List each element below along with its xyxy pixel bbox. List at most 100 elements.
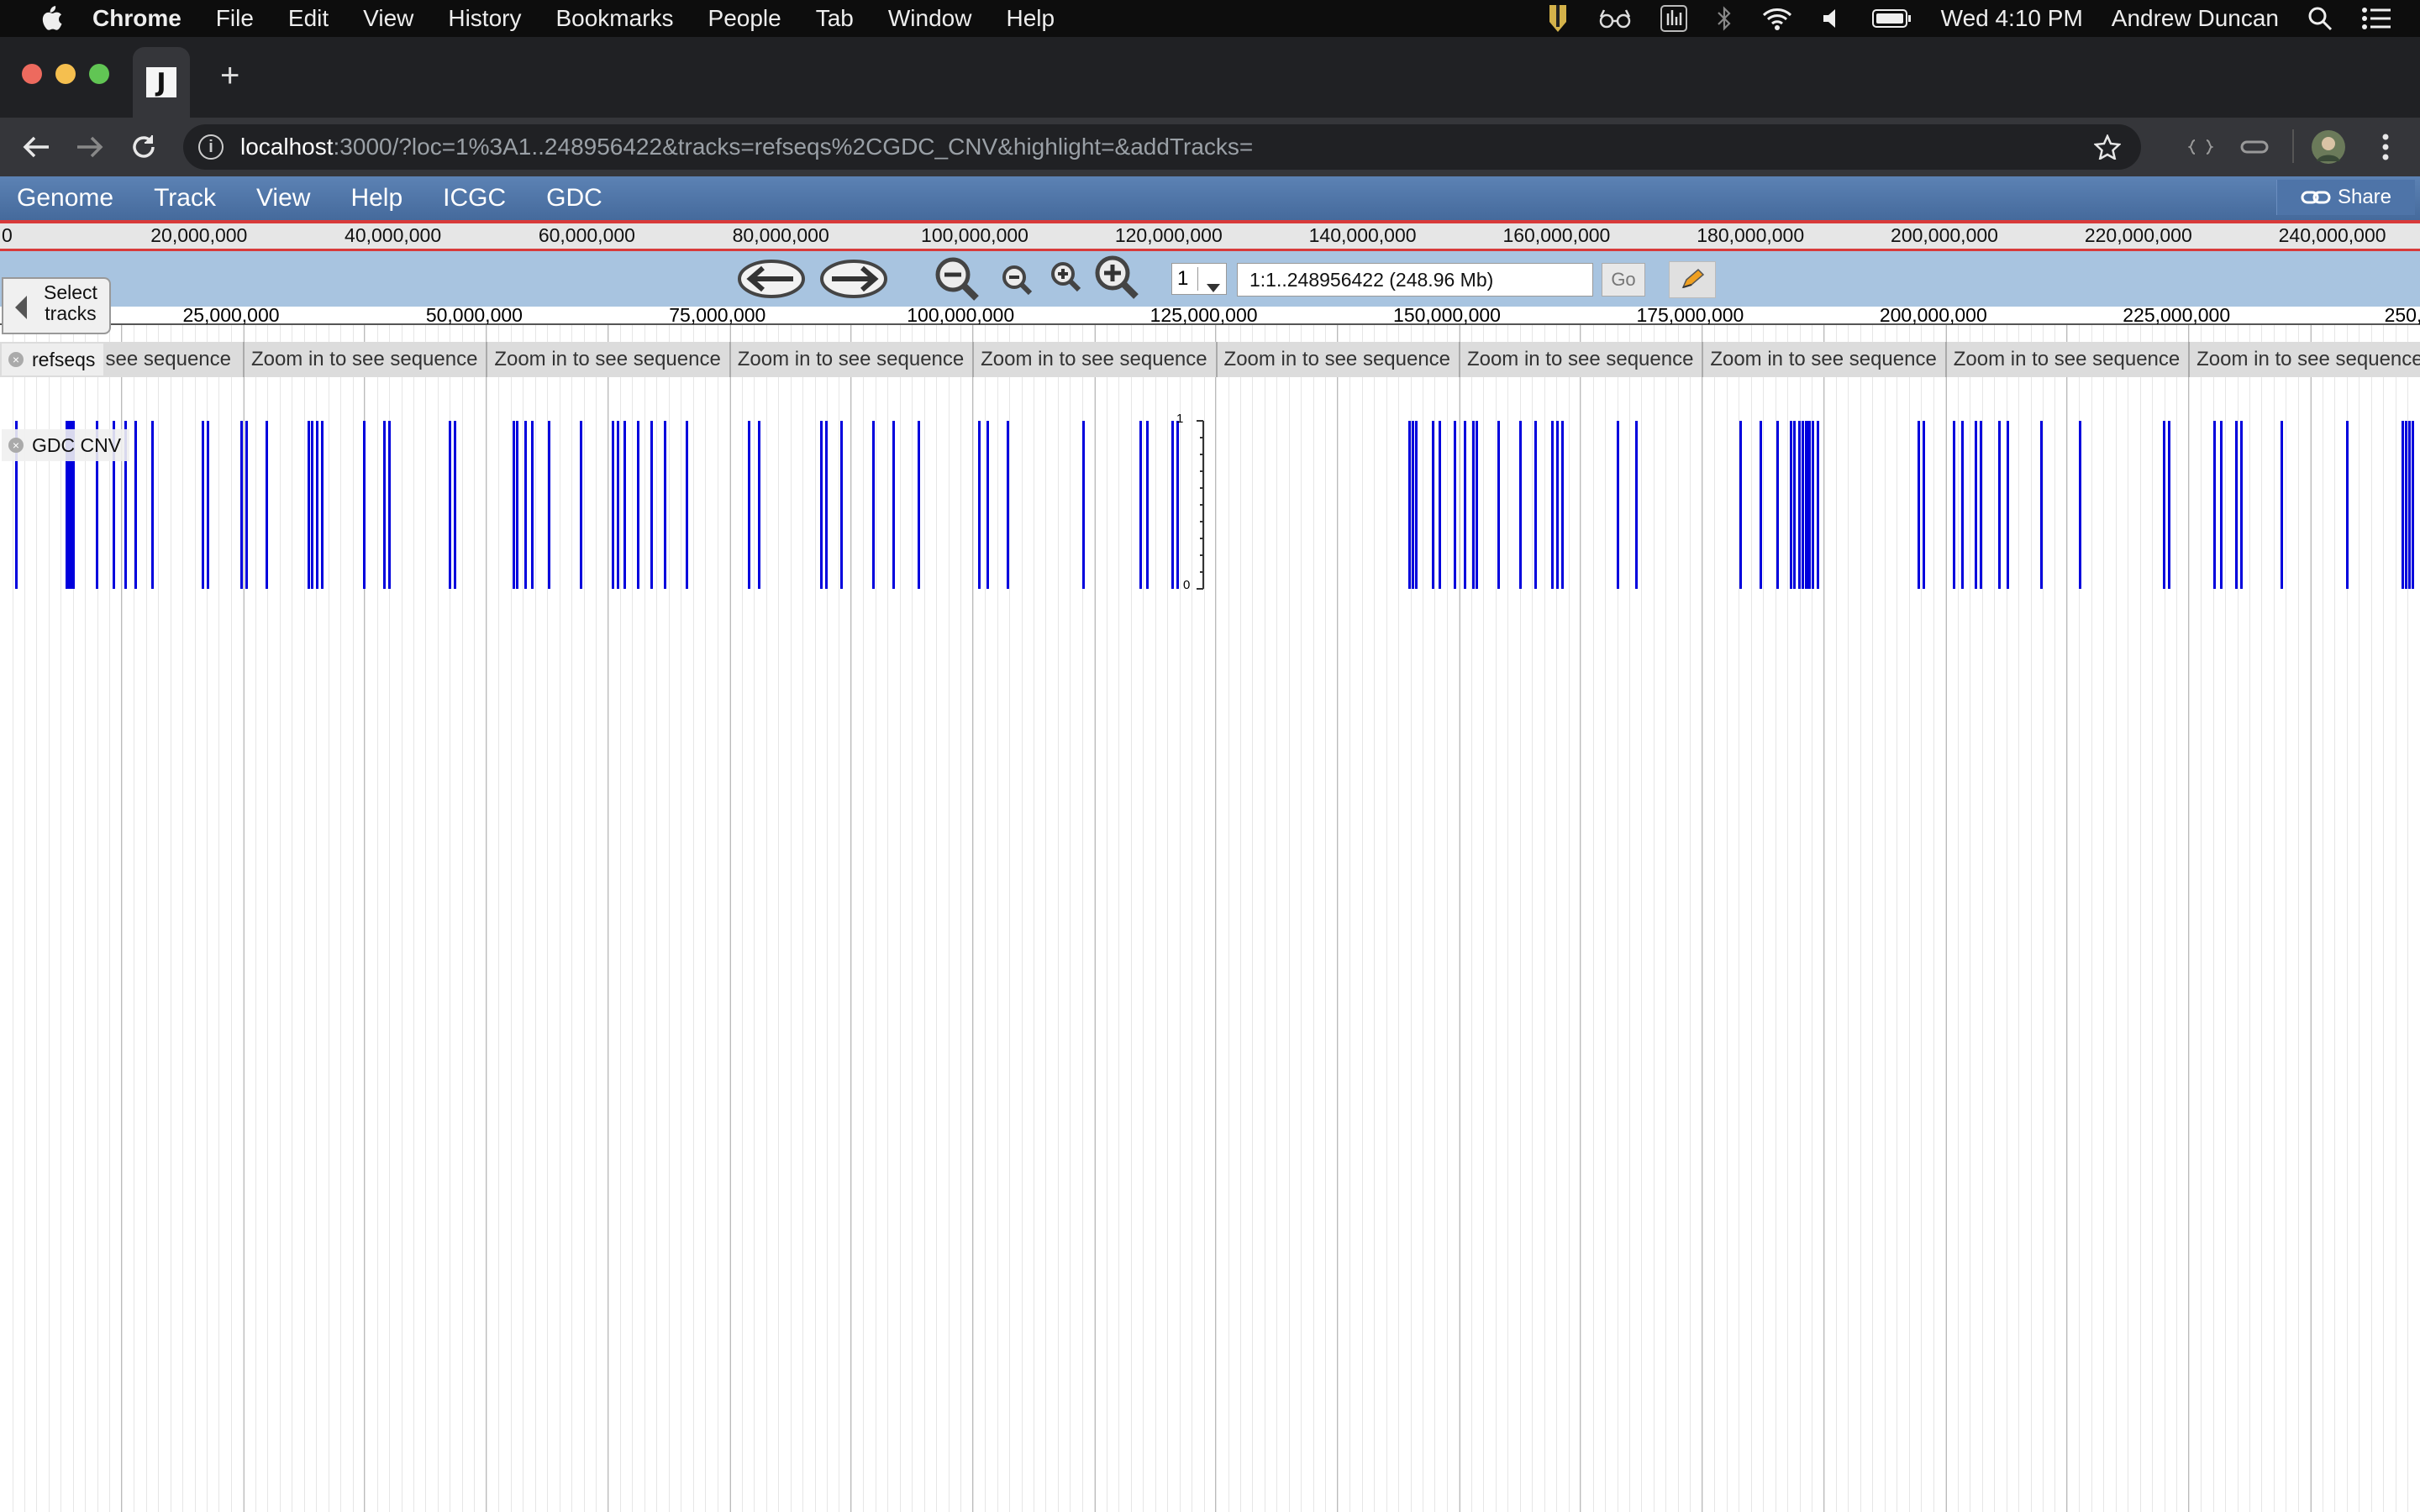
overview-ruler[interactable]: 0 20,000,000 40,000,000 60,000,000 80,000,00… [0,223,2420,251]
apple-icon[interactable] [34,0,67,37]
jbrowse-menu-track[interactable]: Track [154,184,216,213]
pan-right-button[interactable] [818,258,889,304]
cnv-bar [2168,421,2170,589]
cnv-bar [1961,421,1964,589]
highlight-pencil-icon[interactable] [1669,261,1716,298]
spotlight-search-icon[interactable] [2307,6,2333,31]
cnv-bar [207,421,209,589]
cnv-bar [1561,421,1564,589]
cnv-bar [2213,421,2216,589]
select-tracks-tab[interactable]: Select tracks [2,277,111,334]
back-button[interactable] [15,126,57,168]
address-bar[interactable]: i localhost:3000/?loc=1%3A1..248956422&t… [183,124,2141,170]
profile-avatar[interactable] [2307,126,2349,168]
window-minimize-button[interactable] [55,64,76,84]
reference-sequence-select[interactable]: 1 [1171,263,1227,295]
zoom-out-small-icon[interactable] [1000,263,1037,304]
gdc-cnv-track [15,420,2414,590]
notification-center-icon[interactable] [2361,7,2391,30]
cnv-bar [1812,421,1814,589]
overview-tick-label: 40,000,000 [345,224,442,246]
macos-menu-bar: Chrome File Edit View History Bookmarks … [0,0,2420,37]
link-icon [2301,191,2331,204]
menu-edit[interactable]: Edit [288,5,329,32]
menu-help[interactable]: Help [1006,5,1055,32]
menu-bookmarks[interactable]: Bookmarks [555,5,673,32]
battery-icon[interactable] [1871,8,1912,29]
cnv-bar [524,421,527,589]
cnv-bar [1802,421,1804,589]
glasses-icon[interactable] [1598,7,1632,30]
cnv-bar [1739,421,1742,589]
bookmark-star-icon[interactable] [2093,133,2122,165]
bluetooth-icon[interactable] [1716,5,1733,32]
extension-link-icon[interactable] [2233,126,2275,168]
cnv-bar [311,421,313,589]
cnv-bar [388,421,391,589]
extension-braces-icon[interactable] [2180,126,2222,168]
reload-button[interactable] [123,126,165,168]
overview-tick-label: 120,000,000 [1114,224,1223,246]
close-track-icon[interactable]: × [8,438,24,453]
volume-icon[interactable] [1822,7,1844,30]
wifi-icon[interactable] [1761,6,1793,31]
menu-people[interactable]: People [708,5,781,32]
jbrowse-menu-bar: Genome Track View Help ICGC GDC Share [0,176,2420,223]
zoom-in-small-icon[interactable] [1049,260,1086,301]
menubar-user[interactable]: Andrew Duncan [2112,5,2279,32]
pencil-shield-icon[interactable] [1546,3,1570,34]
cnv-bar [1793,421,1796,589]
menu-history[interactable]: History [448,5,521,32]
window-zoom-button[interactable] [89,64,109,84]
jbrowse-menu-genome[interactable]: Genome [17,184,113,213]
menu-file[interactable]: File [216,5,254,32]
location-input[interactable]: 1:1..248956422 (248.96 Mb) [1237,263,1593,297]
share-button[interactable]: Share [2276,180,2415,215]
jbrowse-menu-gdc[interactable]: GDC [546,184,602,213]
menu-window[interactable]: Window [888,5,972,32]
cnv-bar [1760,421,1762,589]
cnv-bar [892,421,895,589]
cnv-bar [1953,421,1955,589]
zoom-in-big-icon[interactable] [1092,253,1143,307]
cnv-bar [840,421,843,589]
menu-app-name[interactable]: Chrome [92,5,182,32]
cnv-bar [1918,421,1920,589]
window-close-button[interactable] [22,64,42,84]
menu-view[interactable]: View [363,5,413,32]
cnv-bar [1408,421,1411,589]
cnv-bar [1635,421,1638,589]
cnv-axis-min: 0 [1183,578,1191,592]
zoom-out-big-icon[interactable] [933,255,983,309]
audio-meter-icon[interactable] [1660,5,1687,32]
track-view-area[interactable]: 25,000,000 50,000,000 75,000,000 100,000,00… [0,307,2420,1512]
select-tracks-line1: Select [44,281,97,303]
jbrowse-menu-help[interactable]: Help [350,184,402,213]
cnv-bar [650,421,653,589]
cnv-bar [134,421,137,589]
cnv-bar [2405,421,2407,589]
cnv-axis-max: 1 [1176,412,1184,426]
new-tab-button[interactable]: + [220,59,239,92]
menubar-clock[interactable]: Wed 4:10 PM [1941,5,2083,32]
close-track-icon[interactable]: × [8,352,24,367]
jbrowse-menu-icgc[interactable]: ICGC [443,184,506,213]
track-label-gdc-cnv[interactable]: × GDC CNV [2,429,130,461]
browser-tab[interactable]: J [133,47,190,118]
go-button[interactable]: Go [1602,263,1645,297]
chrome-menu-icon[interactable] [2365,126,2407,168]
overview-tick-label: 20,000,000 [150,224,248,246]
cnv-bar [321,421,324,589]
forward-button[interactable] [69,126,111,168]
pan-left-button[interactable] [736,258,807,304]
track-label-refseqs[interactable]: × refseqs [2,344,104,375]
jbrowse-menu-view[interactable]: View [256,184,310,213]
cnv-bar [1923,421,1925,589]
cnv-bar [449,421,451,589]
menu-tab[interactable]: Tab [816,5,854,32]
cnv-bar [202,421,204,589]
site-info-icon[interactable]: i [198,134,224,160]
cnv-bar [2240,421,2243,589]
overview-tick-label: 100,000,000 [921,224,1028,246]
cnv-bar [2007,421,2009,589]
